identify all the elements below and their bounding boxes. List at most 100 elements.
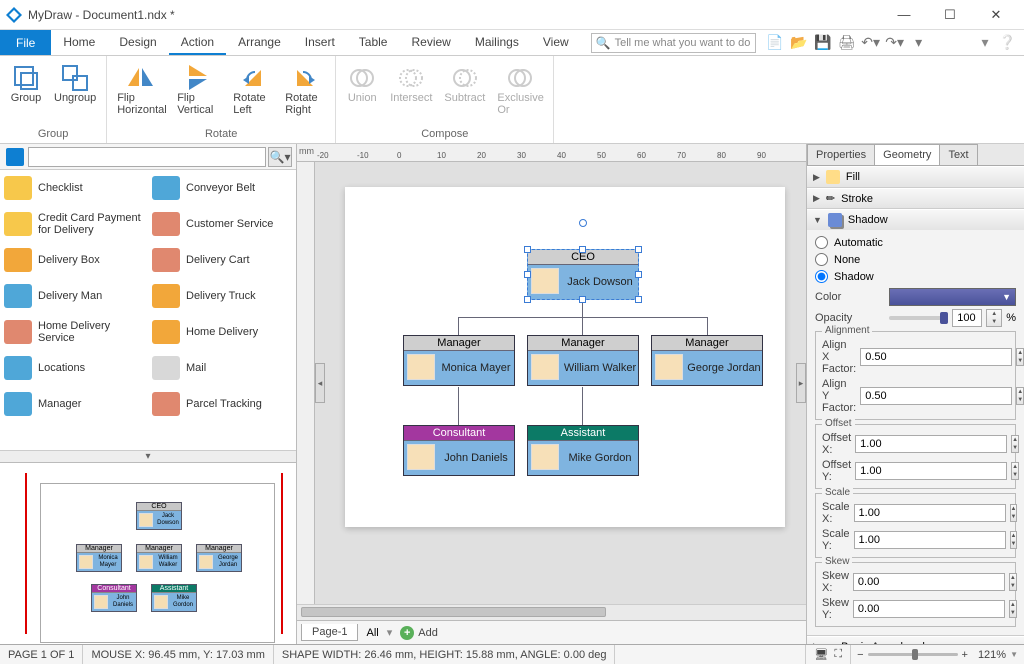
library-icon[interactable] [6,148,24,166]
radio-none[interactable]: None [815,251,1016,268]
tab-geometry[interactable]: Geometry [874,144,940,165]
org-shape-manager[interactable]: Manager Monica Mayer [403,335,515,386]
menu-mailings[interactable]: Mailings [463,30,531,55]
section-fill[interactable]: ▶ Fill [807,166,1024,187]
menu-arrange[interactable]: Arrange [226,30,293,55]
shape-library-item[interactable]: Locations [0,350,148,386]
group-button[interactable]: Group [4,62,48,106]
right-panel-collapse[interactable]: ▸ [796,363,806,403]
tell-me-search[interactable]: 🔍 Tell me what you want to do [591,33,756,53]
opacity-input[interactable] [952,309,982,327]
rotate-handle[interactable] [579,219,587,227]
section-begin-arrowhead[interactable]: ▶⇐ Begin Arrowhead [807,636,1024,644]
scale-y-input[interactable] [854,531,1006,549]
qat-redo-icon[interactable]: ↷▾ [886,34,904,52]
add-page-button[interactable]: + Add [400,626,438,640]
shape-library-item[interactable]: Checklist [0,170,148,206]
menu-insert[interactable]: Insert [293,30,347,55]
shape-library-item[interactable]: Manager [0,386,148,422]
skew-x-input[interactable] [853,573,1005,591]
scale-x-input[interactable] [854,504,1006,522]
maximize-button[interactable]: ☐ [928,1,972,29]
shape-library-item[interactable]: Delivery Truck [148,278,296,314]
zoom-slider[interactable] [868,653,958,656]
qat-open-icon[interactable]: 📂 [790,34,808,52]
resize-handle[interactable] [524,296,531,303]
shape-library-item[interactable]: Customer Service [148,206,296,242]
menu-home[interactable]: Home [51,30,107,55]
rotate-right-button[interactable]: Rotate Right [279,62,331,118]
minimize-button[interactable]: — [882,1,926,29]
shape-library-item[interactable]: Mail [148,350,296,386]
align-x-input[interactable] [860,348,1012,366]
org-shape-manager[interactable]: Manager William Walker [527,335,639,386]
menu-table[interactable]: Table [347,30,400,55]
ungroup-button[interactable]: Ungroup [48,62,102,106]
resize-handle[interactable] [524,271,531,278]
flip-vertical-button[interactable]: Flip Vertical [171,62,227,118]
menu-action[interactable]: Action [169,30,226,55]
skew-y-input[interactable] [853,600,1005,618]
section-shadow[interactable]: ▼ Shadow [807,209,1024,230]
shape-search-button[interactable]: 🔍▾ [268,147,292,167]
view-normal-icon[interactable]: 🖥 [814,648,828,661]
all-pages-label[interactable]: All [366,627,378,639]
resize-handle[interactable] [579,246,586,253]
zoom-percent[interactable]: 121% [978,649,1006,661]
close-button[interactable]: ✕ [974,1,1018,29]
qat-print-icon[interactable]: 🖨 [838,34,856,52]
shape-library-item[interactable]: Delivery Box [0,242,148,278]
view-fullscreen-icon[interactable]: ⛶ [834,648,842,661]
qat-new-icon[interactable]: 📄 [766,34,784,52]
resize-handle[interactable] [524,246,531,253]
opacity-slider[interactable] [889,316,948,320]
menu-review[interactable]: Review [399,30,462,55]
section-stroke[interactable]: ▶✏ Stroke [807,188,1024,208]
help-icon[interactable]: ❔ [999,34,1016,51]
align-y-input[interactable] [860,387,1012,405]
radio-automatic[interactable]: Automatic [815,234,1016,251]
canvas[interactable]: ◂ CEO Jack Dowson [315,162,806,604]
shape-library[interactable]: ChecklistConveyor BeltCredit Card Paymen… [0,170,296,450]
resize-handle[interactable] [635,271,642,278]
resize-handle[interactable] [635,246,642,253]
file-menu[interactable]: File [0,30,51,55]
shape-library-item[interactable]: Home Delivery Service [0,314,148,350]
shape-library-item[interactable]: Home Delivery [148,314,296,350]
qat-save-icon[interactable]: 💾 [814,34,832,52]
shape-library-item[interactable]: Credit Card Payment for Delivery [0,206,148,242]
rotate-left-button[interactable]: Rotate Left [227,62,279,118]
shape-library-item[interactable]: Delivery Cart [148,242,296,278]
org-shape-ceo[interactable]: CEO Jack Dowson [527,249,639,300]
shape-library-dropdown[interactable]: ▾ [0,450,296,462]
org-shape-manager[interactable]: Manager George Jordan [651,335,763,386]
horizontal-scrollbar[interactable] [297,604,806,620]
tab-properties[interactable]: Properties [807,144,875,165]
resize-handle[interactable] [635,296,642,303]
qat-undo-icon[interactable]: ↶▾ [862,34,880,52]
zoom-in-button[interactable]: + [962,649,968,661]
drawing-page[interactable]: CEO Jack Dowson [345,187,785,527]
page-preview[interactable]: CEO Jack Dowson Manager Monica Mayer Man… [0,462,296,644]
org-shape-consultant[interactable]: Consultant John Daniels [403,425,515,476]
shape-library-item[interactable]: Parcel Tracking [148,386,296,422]
shape-library-item[interactable]: Delivery Man [0,278,148,314]
flip-horizontal-button[interactable]: Flip Horizontal [111,62,171,118]
shape-library-item[interactable]: Conveyor Belt [148,170,296,206]
resize-handle[interactable] [579,296,586,303]
radio-shadow[interactable]: Shadow [815,268,1016,285]
qat-more-icon[interactable]: ▾ [910,34,928,52]
opacity-spinner[interactable]: ▲▼ [986,309,1002,327]
org-shape-assistant[interactable]: Assistant Mike Gordon [527,425,639,476]
page-tab[interactable]: Page-1 [301,624,358,641]
tab-text[interactable]: Text [939,144,977,165]
color-picker[interactable]: ▼ [889,288,1016,306]
collapse-ribbon-icon[interactable]: ▾ [982,34,989,51]
menu-view[interactable]: View [531,30,581,55]
offset-y-input[interactable] [855,462,1007,480]
offset-x-input[interactable] [855,435,1007,453]
shape-search-input[interactable] [28,147,266,167]
menu-design[interactable]: Design [107,30,168,55]
left-panel-collapse[interactable]: ◂ [315,363,325,403]
zoom-out-button[interactable]: − [857,649,863,661]
